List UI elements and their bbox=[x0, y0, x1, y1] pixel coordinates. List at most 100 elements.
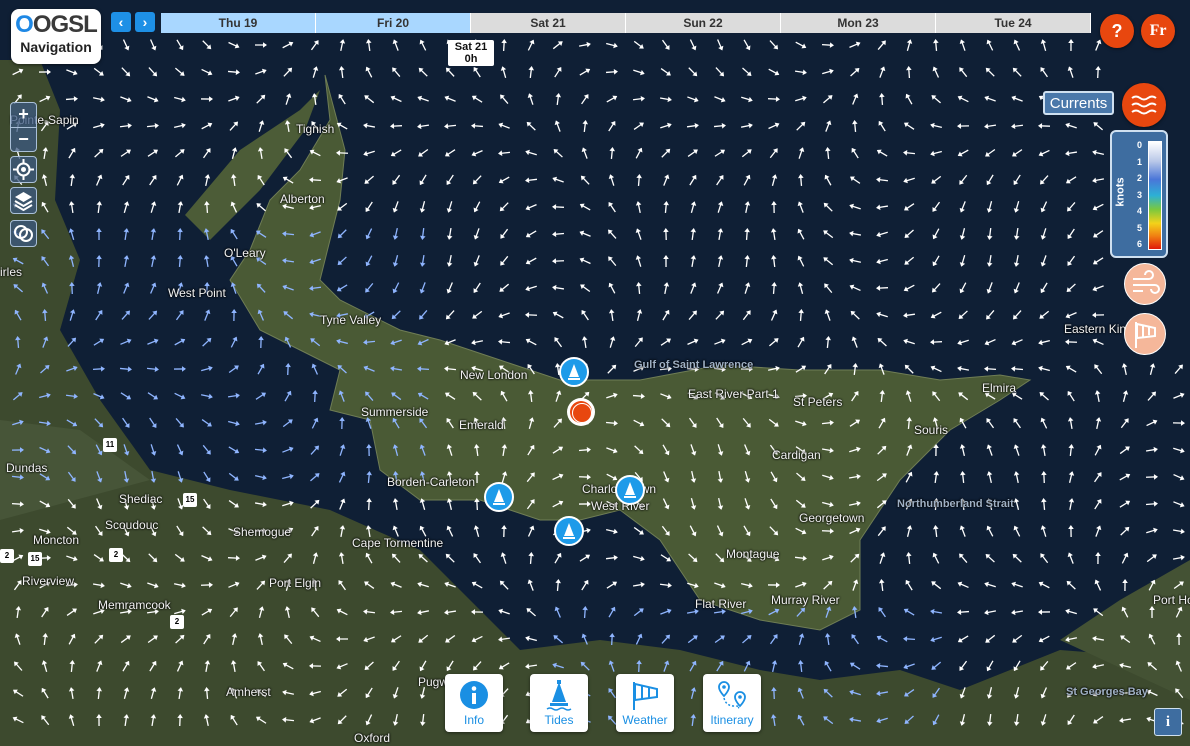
zoom-control: + − bbox=[10, 102, 37, 152]
place-label: Tignish bbox=[296, 122, 335, 136]
tide-station-marker[interactable] bbox=[615, 475, 645, 505]
compare-button[interactable] bbox=[10, 220, 37, 247]
selected-location-marker[interactable] bbox=[567, 398, 595, 426]
windsock-layer-button[interactable] bbox=[1124, 313, 1166, 355]
legend-tick: 2 bbox=[1137, 173, 1143, 183]
buoy-icon bbox=[568, 364, 580, 380]
legend-tick: 1 bbox=[1137, 157, 1143, 167]
place-label: Souris bbox=[914, 423, 949, 437]
layers-button[interactable] bbox=[10, 187, 37, 214]
timeline-day[interactable]: Thu 19 bbox=[161, 13, 316, 33]
place-label: Cape Tormentine bbox=[352, 536, 444, 550]
logo-wordmark: OOGSL bbox=[11, 11, 101, 39]
place-label: Riverview bbox=[22, 574, 75, 588]
timeline-day[interactable]: Sat 21 bbox=[471, 13, 626, 33]
place-label: St Peters bbox=[793, 395, 843, 409]
place-label: Borden-Carleton bbox=[387, 475, 476, 489]
place-label: Port Elgin bbox=[269, 576, 322, 590]
wind-layer-button[interactable] bbox=[1124, 263, 1166, 305]
place-label: Shediac bbox=[119, 492, 163, 506]
place-label: Cardigan bbox=[772, 448, 821, 462]
weather-button[interactable]: Weather bbox=[616, 674, 674, 732]
place-label: Tyne Valley bbox=[320, 313, 382, 327]
windsock-icon bbox=[633, 682, 658, 710]
cursor-hour: 0h bbox=[464, 53, 478, 65]
timeline-day[interactable]: Tue 24 bbox=[936, 13, 1091, 33]
locate-button[interactable] bbox=[10, 156, 37, 183]
language-button[interactable]: Fr bbox=[1141, 14, 1175, 48]
weather-button-label: Weather bbox=[622, 713, 668, 727]
place-label: Dundas bbox=[6, 461, 48, 475]
road-shield: 2 bbox=[170, 615, 184, 629]
waves-icon bbox=[1131, 95, 1157, 115]
place-label: Shemogue bbox=[233, 525, 292, 539]
zoom-in-button[interactable]: + bbox=[11, 103, 36, 128]
tide-station-marker[interactable] bbox=[484, 482, 514, 512]
road-shield: 2 bbox=[0, 549, 14, 563]
info-button-label: Info bbox=[463, 713, 484, 727]
place-label: Moncton bbox=[33, 533, 80, 547]
timeline-day[interactable]: Mon 23 bbox=[781, 13, 936, 33]
legend-color-bar bbox=[1148, 141, 1162, 250]
info-button[interactable]: Info bbox=[445, 674, 503, 732]
place-label: Summerside bbox=[361, 405, 429, 419]
timeline-cursor-tooltip[interactable]: Sat 21 0h bbox=[448, 40, 494, 66]
tide-station-marker[interactable] bbox=[554, 516, 584, 546]
road-shield: 15 bbox=[28, 552, 42, 566]
windsock-icon bbox=[1135, 322, 1156, 348]
logo-text: OGSL bbox=[32, 11, 98, 38]
help-button[interactable]: ? bbox=[1100, 14, 1134, 48]
place-label: Amherst bbox=[226, 685, 271, 699]
place-label: Northumberland Strait bbox=[897, 498, 1014, 510]
place-label: Elmira bbox=[982, 381, 1017, 395]
logo-subtitle: Navigation bbox=[20, 39, 92, 55]
info-icon bbox=[460, 681, 488, 709]
buoy-icon bbox=[563, 523, 575, 539]
selected-location-ring bbox=[572, 403, 592, 423]
timeline-next-button[interactable]: › bbox=[135, 12, 155, 32]
zoom-out-button[interactable]: − bbox=[11, 128, 36, 152]
road-shield: 15 bbox=[183, 493, 197, 507]
tide-station-marker[interactable] bbox=[559, 357, 589, 387]
place-label: Gulf of Saint Lawrence bbox=[634, 359, 754, 371]
logo-o-icon: O bbox=[15, 11, 34, 38]
legend-tick: 3 bbox=[1137, 190, 1143, 200]
place-label: Murray River bbox=[771, 593, 840, 607]
buoy-icon bbox=[493, 489, 505, 505]
timeline-prev-button[interactable]: ‹ bbox=[111, 12, 131, 32]
currents-layer-button[interactable] bbox=[1122, 83, 1166, 127]
itinerary-button[interactable]: Itinerary bbox=[703, 674, 761, 732]
ogsl-logo[interactable]: OOGSL Navigation bbox=[11, 9, 101, 64]
active-layer-label[interactable]: Currents bbox=[1043, 91, 1114, 115]
legend-tick: 5 bbox=[1137, 223, 1143, 233]
tides-button[interactable]: Tides bbox=[530, 674, 588, 732]
tides-button-label: Tides bbox=[544, 713, 574, 727]
speed-legend: knots 0 1 2 3 4 5 6 bbox=[1110, 130, 1168, 258]
road-shield: 11 bbox=[103, 438, 117, 452]
timeline-day[interactable]: Sun 22 bbox=[626, 13, 781, 33]
route-pins-icon bbox=[718, 681, 746, 709]
legend-tick: 6 bbox=[1137, 239, 1143, 249]
place-label: East River Part 1 bbox=[688, 387, 779, 401]
road-shield: 2 bbox=[109, 548, 123, 562]
overlay-icon bbox=[14, 225, 33, 242]
place-label: Georgetown bbox=[799, 511, 865, 525]
legend-tick: 4 bbox=[1137, 206, 1143, 216]
place-label: Alberton bbox=[280, 192, 325, 206]
place-label: Montague bbox=[726, 547, 780, 561]
place-label: Scoudouc bbox=[105, 518, 159, 532]
place-label: West Point bbox=[168, 286, 226, 300]
tide-buoy-icon bbox=[546, 680, 572, 711]
place-label: Memramcook bbox=[98, 598, 171, 612]
layers-icon bbox=[14, 192, 33, 212]
place-label: Oxford bbox=[354, 731, 391, 745]
place-label: Flat River bbox=[695, 597, 747, 611]
wind-icon bbox=[1133, 270, 1160, 294]
place-label: New London bbox=[460, 368, 528, 382]
place-label: St Georges Bay bbox=[1066, 686, 1148, 698]
timeline-day[interactable]: Fri 20 bbox=[316, 13, 471, 33]
place-label: irles bbox=[0, 265, 23, 279]
buoy-icon bbox=[624, 482, 636, 498]
map-info-button[interactable]: i bbox=[1154, 708, 1182, 736]
map-canvas[interactable] bbox=[0, 0, 1190, 746]
